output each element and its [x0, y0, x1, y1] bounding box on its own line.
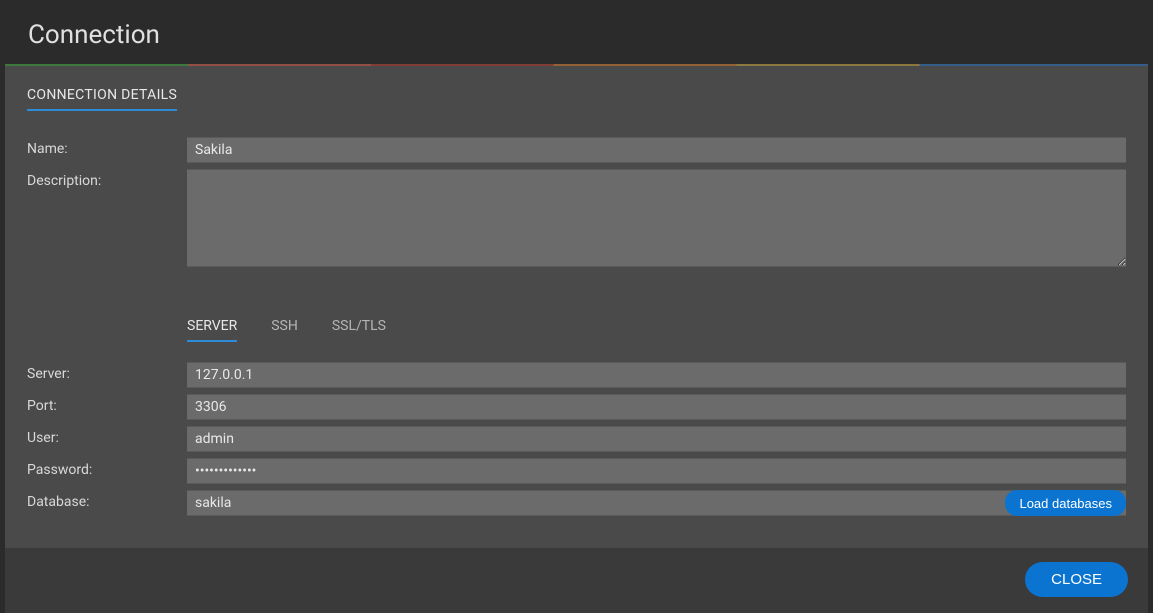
load-databases-button[interactable]: Load databases: [1005, 490, 1126, 516]
label-port: Port:: [27, 394, 187, 414]
row-user: User:: [27, 426, 1126, 452]
name-input[interactable]: [187, 137, 1126, 163]
label-user: User:: [27, 426, 187, 446]
close-button[interactable]: CLOSE: [1025, 562, 1128, 597]
tab-ssl[interactable]: SSL/TLS: [332, 318, 386, 342]
label-password: Password:: [27, 458, 187, 478]
server-input[interactable]: [187, 362, 1126, 388]
database-input[interactable]: [187, 490, 1126, 516]
tab-connection-details[interactable]: CONNECTION DETAILS: [27, 87, 177, 111]
tab-server[interactable]: SERVER: [187, 318, 237, 342]
description-input[interactable]: [187, 169, 1126, 267]
label-server: Server:: [27, 362, 187, 382]
row-name: Name:: [27, 137, 1126, 163]
row-database: Database: Load databases: [27, 490, 1126, 516]
tab-ssh[interactable]: SSH: [271, 318, 298, 342]
label-name: Name:: [27, 137, 187, 157]
port-input[interactable]: [187, 394, 1126, 420]
dialog-title: Connection: [0, 0, 1153, 64]
row-server: Server:: [27, 362, 1126, 388]
row-port: Port:: [27, 394, 1126, 420]
section-tabs: CONNECTION DETAILS: [27, 84, 1126, 111]
dialog-footer: CLOSE: [5, 548, 1148, 613]
password-input[interactable]: [187, 458, 1126, 484]
connection-tabs: SERVER SSH SSL/TLS: [187, 315, 1126, 342]
connection-dialog: Connection CONNECTION DETAILS Name: Desc…: [0, 0, 1153, 613]
label-database: Database:: [27, 490, 187, 510]
user-input[interactable]: [187, 426, 1126, 452]
label-description: Description:: [27, 169, 187, 189]
row-password: Password:: [27, 458, 1126, 484]
dialog-body: CONNECTION DETAILS Name: Description: SE…: [5, 66, 1148, 548]
accent-divider: [5, 64, 1148, 66]
row-description: Description:: [27, 169, 1126, 267]
